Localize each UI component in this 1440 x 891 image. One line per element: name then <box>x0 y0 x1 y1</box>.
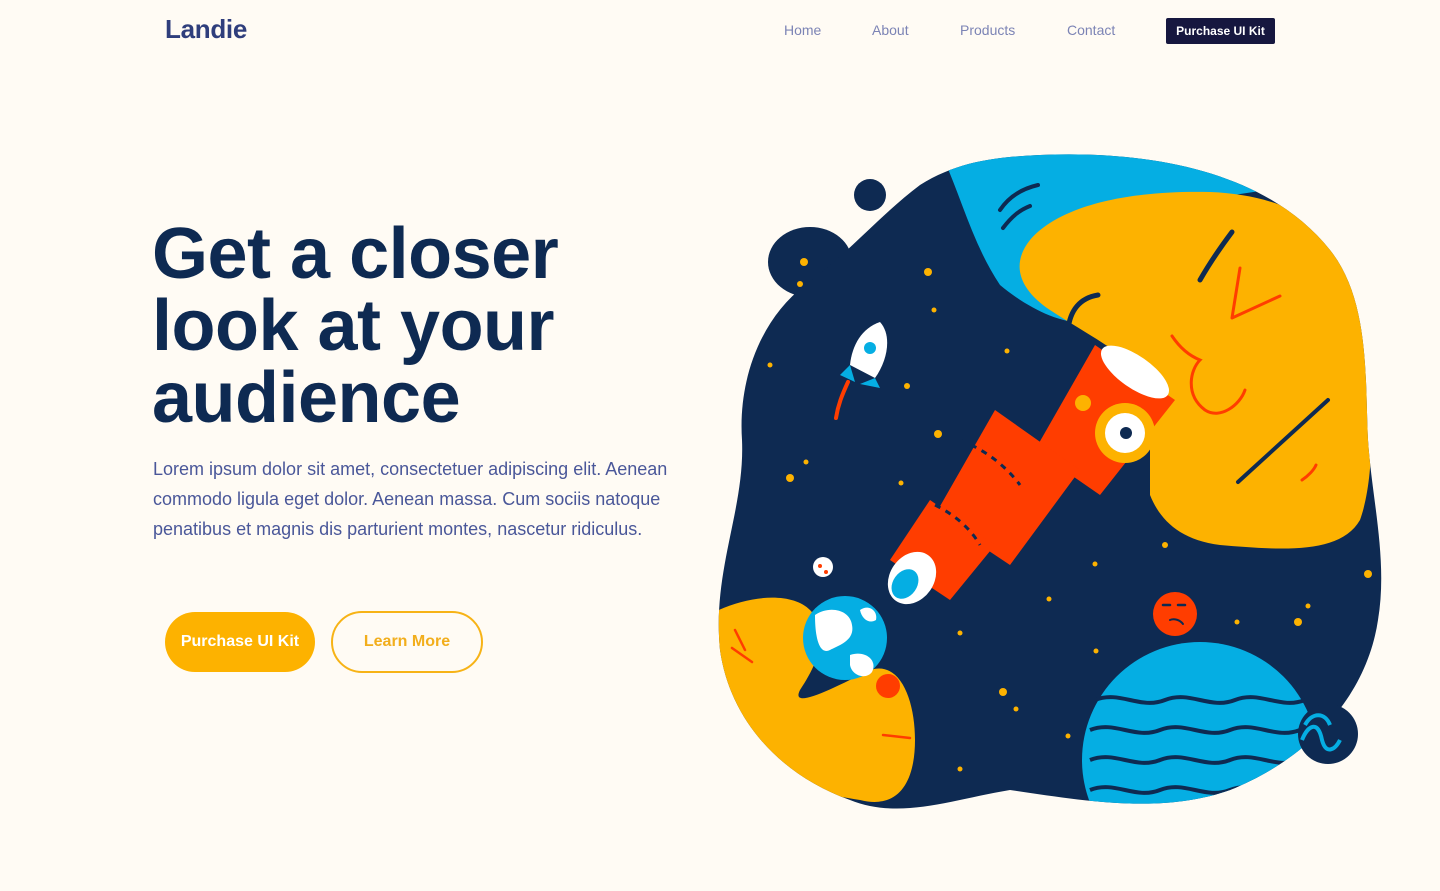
learn-more-button[interactable]: Learn More <box>331 611 483 673</box>
globe-icon <box>803 596 887 680</box>
red-planet-icon <box>1153 592 1197 636</box>
hero-headline-line-1: Get a closer <box>152 214 559 294</box>
hero-headline-line-3: audience <box>152 358 461 438</box>
nav-link-home[interactable]: Home <box>784 22 821 38</box>
nav-purchase-button[interactable]: Purchase UI Kit <box>1166 18 1275 44</box>
small-moon-shape <box>854 179 886 211</box>
small-blue-planet-icon <box>1298 704 1358 764</box>
purchase-ui-kit-button[interactable]: Purchase UI Kit <box>165 612 315 672</box>
hero-headline: Get a closer look at your audience <box>152 218 712 434</box>
nav-link-products[interactable]: Products <box>960 22 1015 38</box>
nav-link-contact[interactable]: Contact <box>1067 22 1115 38</box>
hero-description: Lorem ipsum dolor sit amet, consectetuer… <box>153 459 668 539</box>
nav-link-about[interactable]: About <box>872 22 909 38</box>
landing-page: Landie Home About Products Contact Purch… <box>0 0 1440 891</box>
hero-headline-line-2: look at your <box>152 286 555 366</box>
space-telescope-illustration <box>718 154 1382 809</box>
